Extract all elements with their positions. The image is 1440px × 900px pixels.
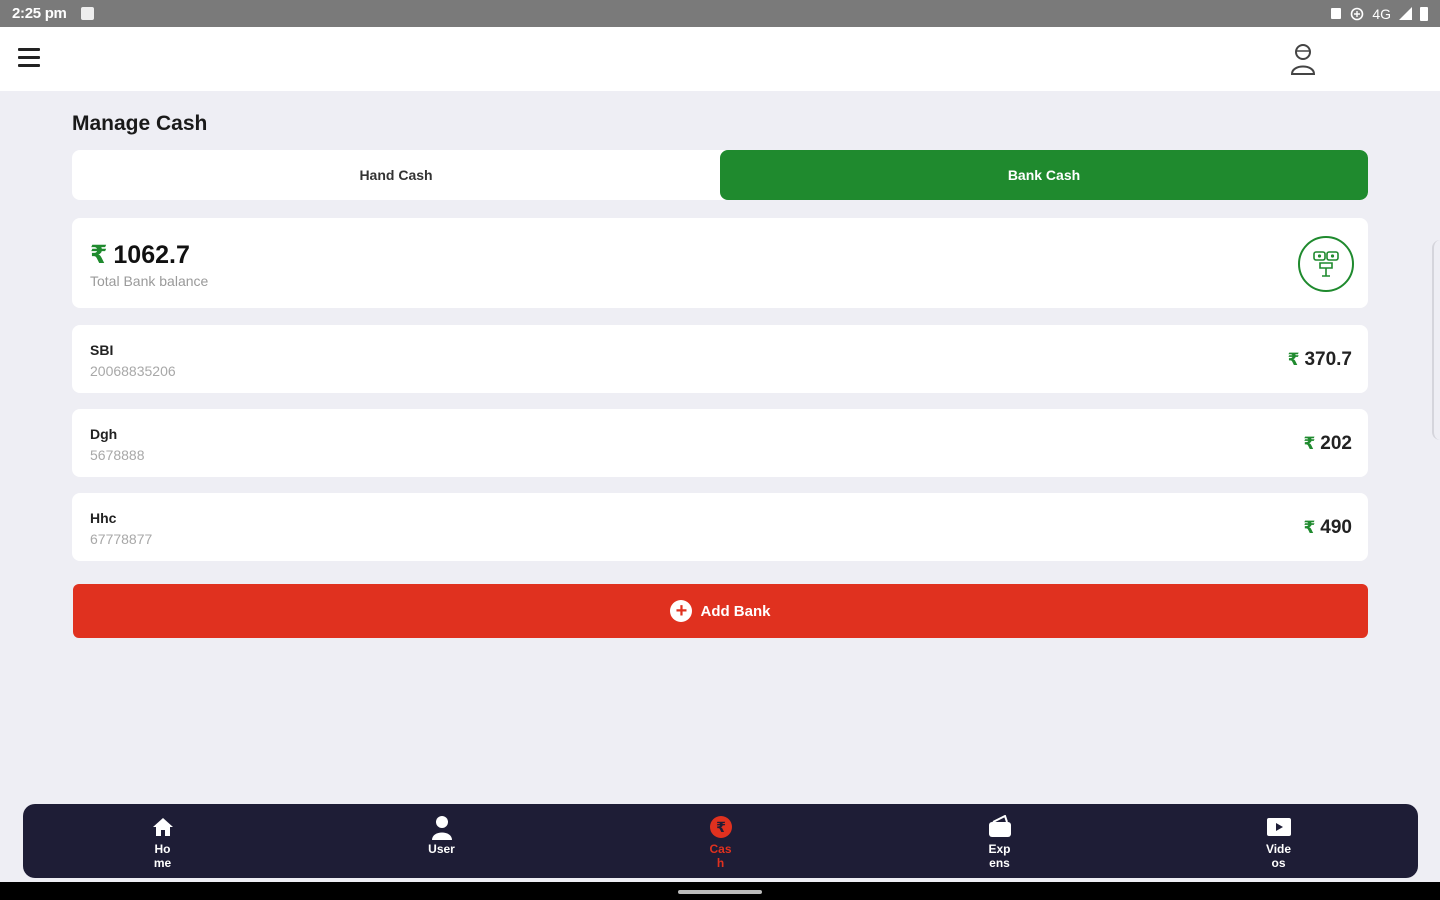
nav-home-label: Ho me bbox=[153, 842, 172, 870]
home-gesture-pill[interactable] bbox=[678, 890, 762, 894]
home-icon bbox=[150, 814, 176, 840]
rupee-symbol: ₹ bbox=[1303, 518, 1316, 537]
nav-cash[interactable]: ₹ Cas h bbox=[691, 814, 751, 870]
edge-swipe-handle[interactable] bbox=[1432, 240, 1440, 440]
tab-hand-cash[interactable]: Hand Cash bbox=[72, 150, 720, 200]
bank-balance: ₹370.7 bbox=[1288, 349, 1352, 371]
rupee-symbol: ₹ bbox=[1287, 350, 1300, 369]
bank-balance-value: 202 bbox=[1320, 433, 1352, 454]
bank-item[interactable]: Hhc 67778877 ₹490 bbox=[72, 493, 1368, 561]
nav-user[interactable]: User bbox=[412, 814, 472, 870]
bank-name: Hhc bbox=[90, 510, 117, 526]
bottom-navigation: Ho me User ₹ Cas h Exp ens es Vide os bbox=[23, 804, 1418, 878]
status-time: 2:25 pm bbox=[12, 5, 67, 22]
bank-name: SBI bbox=[90, 342, 114, 358]
notification-icon bbox=[80, 7, 94, 20]
status-icons: 4G bbox=[1330, 6, 1428, 22]
total-balance-label: Total Bank balance bbox=[90, 273, 209, 289]
rupee-symbol: ₹ bbox=[90, 241, 108, 269]
hamburger-menu-icon[interactable] bbox=[18, 48, 40, 68]
status-bar: 2:25 pm 4G bbox=[0, 0, 1440, 27]
total-balance-card: ₹1062.7 Total Bank balance bbox=[72, 218, 1368, 308]
nav-expenses-label: Exp ens es bbox=[988, 842, 1011, 870]
signal-icon bbox=[1399, 7, 1412, 20]
network-type: 4G bbox=[1372, 5, 1391, 22]
rupee-symbol: ₹ bbox=[1303, 434, 1316, 453]
video-icon bbox=[1266, 814, 1292, 840]
cash-icon: ₹ bbox=[708, 814, 734, 840]
nav-user-label: User bbox=[428, 842, 455, 856]
system-navigation-bar bbox=[0, 882, 1440, 900]
wallet-icon bbox=[987, 814, 1013, 840]
svg-text:₹: ₹ bbox=[716, 820, 726, 836]
tab-bank-cash[interactable]: Bank Cash bbox=[720, 150, 1368, 200]
user-profile-icon[interactable] bbox=[1287, 42, 1319, 76]
nav-cash-label: Cas h bbox=[709, 842, 732, 870]
add-bank-label: Add Bank bbox=[700, 602, 771, 620]
bank-balance: ₹202 bbox=[1303, 433, 1352, 455]
plus-circle-icon: + bbox=[670, 600, 693, 622]
bank-account-number: 5678888 bbox=[90, 447, 145, 463]
bank-name: Dgh bbox=[90, 426, 118, 442]
app-bar bbox=[0, 27, 1440, 91]
bank-item[interactable]: Dgh 5678888 ₹202 bbox=[72, 409, 1368, 477]
nav-home[interactable]: Ho me bbox=[133, 814, 193, 870]
bank-balance-value: 490 bbox=[1320, 517, 1352, 538]
total-balance-value: 1062.7 bbox=[113, 241, 190, 269]
data-saver-icon bbox=[1351, 7, 1364, 20]
nav-expenses[interactable]: Exp ens es bbox=[970, 814, 1030, 870]
bank-balance-value: 370.7 bbox=[1304, 349, 1352, 370]
cash-type-tabs: Hand Cash Bank Cash bbox=[72, 150, 1368, 200]
nav-videos-label: Vide os bbox=[1265, 842, 1292, 870]
page-title: Manage Cash bbox=[72, 112, 208, 135]
nav-videos[interactable]: Vide os bbox=[1249, 814, 1309, 870]
battery-icon bbox=[1420, 6, 1428, 21]
bank-item[interactable]: SBI 20068835206 ₹370.7 bbox=[72, 325, 1368, 393]
bank-account-number: 20068835206 bbox=[90, 363, 176, 379]
total-balance-amount: ₹1062.7 bbox=[90, 240, 190, 270]
bank-balance: ₹490 bbox=[1303, 517, 1352, 539]
user-icon bbox=[429, 814, 455, 840]
sim-icon bbox=[1331, 8, 1342, 19]
add-bank-button[interactable]: + Add Bank bbox=[73, 584, 1368, 638]
bank-account-number: 67778877 bbox=[90, 531, 153, 547]
money-icon bbox=[1298, 236, 1354, 292]
